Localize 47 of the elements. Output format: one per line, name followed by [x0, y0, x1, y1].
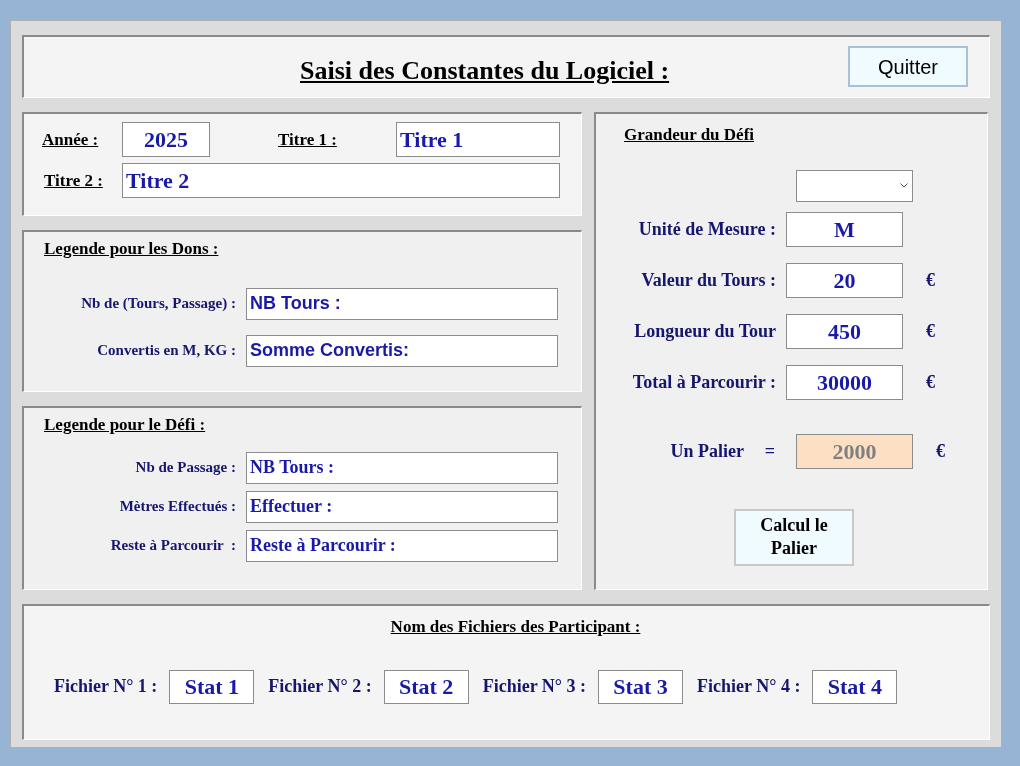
section-heading: Legende pour le Défi : — [44, 415, 206, 434]
calculate-button[interactable]: Calcul le Palier — [734, 508, 854, 566]
input-field[interactable]: Effectuer : — [246, 490, 558, 523]
section-heading: Legende pour les Dons : — [44, 239, 219, 258]
input-field[interactable]: NB Tours : — [246, 451, 558, 484]
field-label: Unité de Mesure : — [637, 217, 777, 241]
input-field[interactable]: M — [786, 211, 903, 247]
unit-label: € — [936, 439, 945, 463]
input-field[interactable]: 30000 — [786, 364, 903, 400]
field-label: Fichier N° 2 : — [268, 675, 372, 698]
field-label: Nb de (Tours, Passage) : — [80, 294, 237, 314]
unit-label: € — [926, 319, 935, 343]
equals-sign: = — [763, 439, 777, 463]
field-label: Longueur du Tour — [633, 319, 777, 343]
input-field[interactable]: 450 — [786, 313, 903, 349]
field-label: Fichier N° 4 : — [697, 675, 801, 698]
input-field[interactable]: NB Tours : — [246, 287, 558, 320]
dropdown[interactable] — [796, 169, 913, 202]
field-label: Total à Parcourir : — [631, 370, 777, 394]
field-label: Titre 2 : — [43, 169, 104, 192]
input-field[interactable]: Stat 3 — [598, 669, 684, 704]
input-field[interactable]: 20 — [786, 262, 903, 298]
input-field[interactable]: 2025 — [122, 122, 210, 157]
field-label: Nb de Passage : — [134, 458, 237, 478]
input-field[interactable]: Reste à Parcourir : — [246, 529, 558, 562]
section-heading: Grandeur du Défi — [624, 125, 755, 144]
chevron-down-icon — [900, 183, 908, 188]
input-field[interactable]: Titre 2 — [122, 163, 560, 198]
field-label: Mètres Effectués : — [118, 497, 237, 517]
field-label: Titre 1 : — [278, 128, 338, 151]
section-heading: Nom des Fichiers des Participant : — [390, 617, 641, 636]
quit-button[interactable]: Quitter — [848, 46, 968, 87]
page-title: Saisi des Constantes du Logiciel : — [300, 55, 670, 87]
input-field[interactable]: Titre 1 — [396, 122, 560, 157]
field-label: Reste à Parcourir : — [109, 536, 237, 556]
unit-label: € — [926, 268, 935, 292]
input-field[interactable]: Stat 4 — [812, 669, 898, 704]
field-label: Un Palier — [669, 439, 744, 463]
field-label: Fichier N° 1 : — [54, 675, 158, 698]
unit-label: € — [926, 370, 935, 394]
field-label: Valeur du Tours : — [640, 268, 777, 292]
input-field[interactable]: Stat 2 — [383, 669, 469, 704]
field-label: Fichier N° 3 : — [482, 675, 587, 698]
field-label: Convertis en M, KG : — [96, 341, 237, 361]
input-field[interactable]: Somme Convertis: — [246, 334, 558, 367]
field-label: Année : — [42, 128, 100, 151]
input-field[interactable]: Stat 1 — [169, 669, 255, 704]
